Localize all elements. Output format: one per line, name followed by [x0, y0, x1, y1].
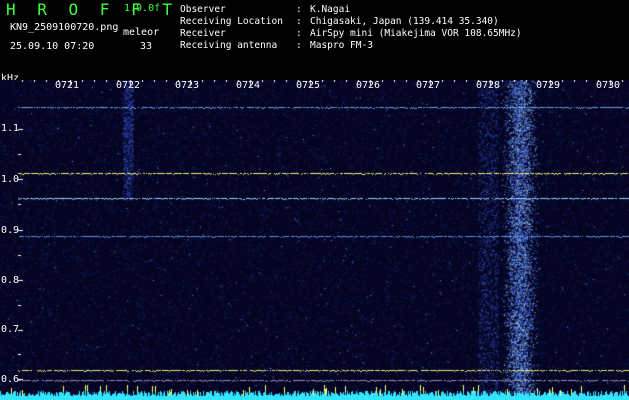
y-tick-label: 1.0	[1, 174, 20, 185]
capture-datetime: 25.09.10 07:20	[10, 41, 95, 52]
detection-count: 33	[140, 41, 153, 52]
meta-value: K.Nagai	[310, 4, 351, 15]
meta-key: Receiver	[180, 28, 226, 39]
capture-filename: KN9_2509100720.png	[10, 22, 119, 33]
spectrogram-canvas	[0, 80, 629, 400]
meta-row-antenna: Receiving antenna: Maspro FM-3	[180, 40, 373, 51]
y-tick-label: 0.9	[1, 225, 20, 236]
y-tick-label: 0.6	[1, 374, 20, 385]
metadata-block: Observer: K.Nagai Receiving Location: Chig…	[180, 4, 522, 52]
mode-label: meleor	[123, 27, 160, 38]
meta-key: Receiving Location	[180, 16, 283, 27]
meta-row-observer: Observer: K.Nagai	[180, 4, 351, 15]
meta-value: AirSpy mini (Miakejima VOR 108.65MHz)	[310, 28, 522, 39]
time-label: 0721	[55, 80, 80, 91]
meta-value: Chigasaki, Japan (139.414 35.340)	[310, 16, 499, 27]
time-label: 0725	[296, 80, 321, 91]
header-panel: H R O F F T 1.0.0f KN9_2509100720.png me…	[0, 0, 629, 84]
meta-row-location: Receiving Location: Chigasaki, Japan (139…	[180, 16, 499, 27]
time-label: 0728	[476, 80, 501, 91]
meta-value: Maspro FM-3	[310, 40, 373, 51]
y-tick-label: 0.8	[1, 275, 20, 286]
y-tick-label: 0.7	[1, 324, 20, 335]
meta-key: Receiving antenna	[180, 40, 278, 51]
time-label: 0729	[536, 80, 561, 91]
meta-row-receiver: Receiver: AirSpy mini (Miakejima VOR 108.…	[180, 28, 522, 39]
time-label: 0727	[416, 80, 441, 91]
y-tick-label: 1.1	[1, 123, 20, 134]
meta-key: Observer	[180, 4, 226, 15]
time-label: 0724	[236, 80, 261, 91]
time-label: 0730	[596, 80, 621, 91]
version-label: 1.0.0f	[124, 3, 161, 14]
time-label: 0723	[175, 80, 200, 91]
time-label: 0722	[116, 80, 141, 91]
time-label: 0726	[356, 80, 381, 91]
